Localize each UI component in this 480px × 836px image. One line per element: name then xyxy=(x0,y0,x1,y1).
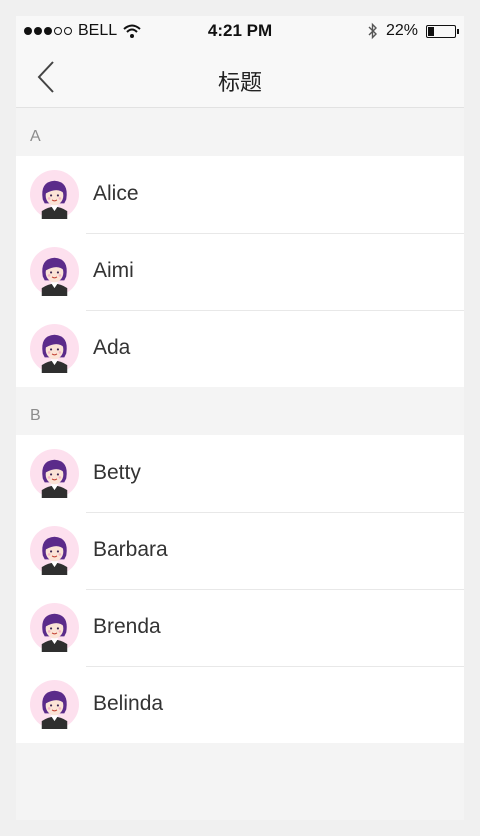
contact-row[interactable]: Barbara xyxy=(16,512,464,589)
section-header: B xyxy=(16,387,464,435)
page-title: 标题 xyxy=(217,70,262,95)
contact-name: Belinda xyxy=(93,692,164,715)
contact-row[interactable]: Belinda xyxy=(16,666,464,743)
battery-fill xyxy=(428,26,435,36)
contact-name: Brenda xyxy=(93,615,161,638)
contact-list: A Alice Aimi Ada B Betty Barbara Brenda … xyxy=(16,108,464,743)
status-right: 22% xyxy=(368,22,459,40)
section-list: Betty Barbara Brenda Belinda xyxy=(16,435,464,743)
avatar xyxy=(30,526,79,575)
navigation-bar: 标题 xyxy=(16,48,464,108)
bluetooth-icon xyxy=(368,22,377,40)
avatar xyxy=(30,449,79,498)
avatar xyxy=(30,247,79,296)
avatar xyxy=(30,324,79,373)
contact-row[interactable]: Brenda xyxy=(16,589,464,666)
contact-row[interactable]: Ada xyxy=(16,310,464,387)
contact-name: Barbara xyxy=(93,538,168,561)
contact-row[interactable]: Alice xyxy=(16,156,464,233)
status-bar: BELL 4:21 PM 22% xyxy=(16,16,464,48)
contact-name: Ada xyxy=(93,336,131,359)
avatar xyxy=(30,603,79,652)
phone-screen: BELL 4:21 PM 22% 标题 A Alice Aimi Ada B B… xyxy=(16,16,464,820)
contact-row[interactable]: Aimi xyxy=(16,233,464,310)
avatar xyxy=(30,680,79,729)
battery-icon xyxy=(426,24,459,38)
contact-name: Betty xyxy=(93,461,141,484)
section-list: Alice Aimi Ada xyxy=(16,156,464,387)
contact-row[interactable]: Betty xyxy=(16,435,464,512)
battery-percent: 22% xyxy=(385,22,418,39)
contact-name: Aimi xyxy=(93,259,134,282)
section-header: A xyxy=(16,108,464,156)
contact-name: Alice xyxy=(93,182,139,205)
avatar xyxy=(30,170,79,219)
